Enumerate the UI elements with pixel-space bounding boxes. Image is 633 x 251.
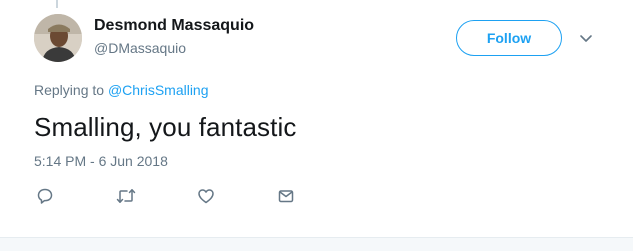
reply-icon[interactable]	[34, 185, 56, 207]
avatar[interactable]	[34, 14, 82, 62]
envelope-icon[interactable]	[275, 185, 297, 207]
replying-to: Replying to @ChrisSmalling	[34, 82, 209, 98]
author-handle[interactable]: @DMassaquio	[94, 40, 186, 56]
replying-to-label: Replying to	[34, 82, 105, 98]
retweet-icon[interactable]	[115, 185, 137, 207]
follow-button[interactable]: Follow	[456, 20, 562, 56]
heart-icon[interactable]	[195, 185, 217, 207]
avatar-image	[34, 14, 82, 62]
chevron-down-icon[interactable]	[578, 30, 594, 46]
tweet-header: Desmond Massaquio @DMassaquio Follow	[0, 0, 633, 72]
author-name[interactable]: Desmond Massaquio	[94, 17, 254, 35]
replying-to-handle-link[interactable]: @ChrisSmalling	[108, 82, 209, 98]
tweet-text: Smalling, you fantastic	[34, 112, 297, 142]
tweet-timestamp[interactable]: 5:14 PM - 6 Jun 2018	[34, 153, 168, 169]
conversation-footer	[0, 237, 633, 251]
